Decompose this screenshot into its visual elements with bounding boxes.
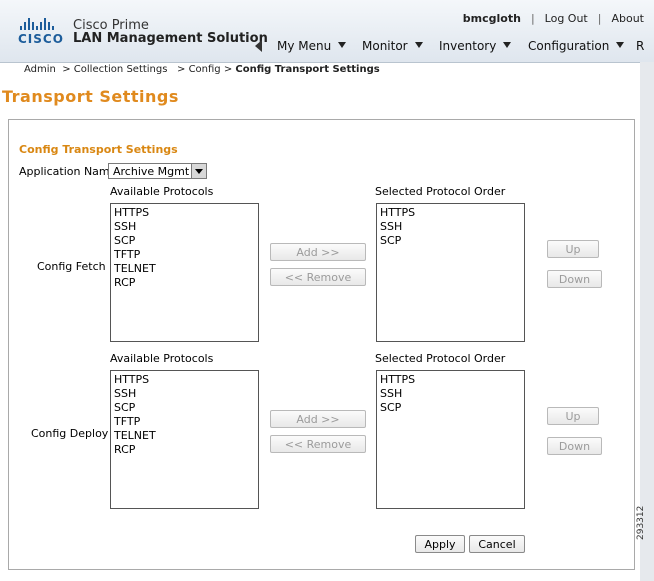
fetch-down-button[interactable]: Down (547, 270, 602, 288)
breadcrumb-current: Config Transport Settings (235, 64, 380, 75)
settings-panel (8, 119, 635, 570)
deploy-selected-header: Selected Protocol Order (375, 352, 506, 365)
breadcrumb-collection-settings[interactable]: Collection Settings (74, 64, 168, 75)
fetch-selected-header: Selected Protocol Order (375, 185, 506, 198)
config-fetch-label: Config Fetch : (37, 260, 113, 273)
config-deploy-label: Config Deploy : (31, 427, 116, 440)
breadcrumb: Admin > Collection Settings > Config > C… (24, 64, 380, 75)
deploy-remove-button[interactable]: << Remove (270, 435, 366, 453)
apply-button[interactable]: Apply (415, 535, 465, 553)
fetch-remove-button[interactable]: << Remove (270, 268, 366, 286)
list-item[interactable]: SSH (114, 220, 255, 234)
list-item[interactable]: TELNET (114, 429, 255, 443)
logout-link[interactable]: Log Out (545, 12, 588, 25)
list-item[interactable]: SCP (114, 234, 255, 248)
fetch-available-list[interactable]: HTTPS SSH SCP TFTP TELNET RCP (110, 203, 259, 342)
application-name-label: Application Name: (19, 165, 121, 178)
chevron-down-icon (503, 42, 512, 48)
list-item[interactable]: SCP (380, 234, 521, 248)
fetch-up-button[interactable]: Up (547, 240, 599, 258)
list-item[interactable]: SCP (380, 401, 521, 415)
top-links: bmcgloth | Log Out | About (462, 12, 644, 25)
nav-item-configuration[interactable]: Configuration (528, 39, 625, 53)
deploy-selected-list[interactable]: HTTPS SSH SCP (376, 370, 525, 509)
deploy-available-header: Available Protocols (110, 352, 214, 365)
username: bmcgloth (462, 12, 521, 25)
cisco-logo: CISCO (18, 18, 64, 48)
list-item[interactable]: TFTP (114, 415, 255, 429)
about-link[interactable]: About (611, 12, 644, 25)
panel-title: Config Transport Settings (19, 143, 178, 156)
list-item[interactable]: SSH (380, 387, 521, 401)
application-name-select[interactable]: Archive Mgmt (108, 163, 207, 179)
breadcrumb-config[interactable]: Config (189, 64, 221, 75)
nav-item-my-menu[interactable]: My Menu (277, 39, 347, 53)
list-item[interactable]: HTTPS (114, 373, 255, 387)
nav-scroll-left-icon[interactable] (255, 40, 262, 52)
list-item[interactable]: HTTPS (114, 206, 255, 220)
deploy-add-button[interactable]: Add >> (270, 410, 366, 428)
figure-id: 293312 (636, 505, 646, 540)
fetch-selected-list[interactable]: HTTPS SSH SCP (376, 203, 525, 342)
page-title: Transport Settings (2, 87, 179, 106)
list-item[interactable]: TFTP (114, 248, 255, 262)
logo-wordmark: CISCO (18, 32, 64, 46)
chevron-down-icon (414, 42, 423, 48)
dropdown-arrow-icon[interactable] (191, 164, 206, 178)
nav-item-inventory[interactable]: Inventory (439, 39, 512, 53)
deploy-down-button[interactable]: Down (547, 437, 602, 455)
deploy-up-button[interactable]: Up (547, 407, 599, 425)
app-header: CISCO Cisco Prime LAN Management Solutio… (0, 0, 654, 63)
chevron-down-icon (616, 42, 625, 48)
list-item[interactable]: TELNET (114, 262, 255, 276)
application-name-value: Archive Mgmt (113, 165, 190, 178)
list-item[interactable]: HTTPS (380, 373, 521, 387)
fetch-add-button[interactable]: Add >> (270, 243, 366, 261)
list-item[interactable]: SSH (114, 387, 255, 401)
deploy-available-list[interactable]: HTTPS SSH SCP TFTP TELNET RCP (110, 370, 259, 509)
list-item[interactable]: RCP (114, 276, 255, 290)
breadcrumb-admin[interactable]: Admin (24, 64, 56, 75)
logo-bars-icon (18, 18, 62, 30)
nav-item-reports[interactable]: R (636, 39, 644, 53)
list-item[interactable]: HTTPS (380, 206, 521, 220)
list-item[interactable]: RCP (114, 443, 255, 457)
product-name-line2: LAN Management Solution (73, 31, 268, 46)
fetch-available-header: Available Protocols (110, 185, 214, 198)
nav-item-monitor[interactable]: Monitor (362, 39, 423, 53)
list-item[interactable]: SSH (380, 220, 521, 234)
chevron-down-icon (338, 42, 347, 48)
cancel-button[interactable]: Cancel (469, 535, 525, 553)
list-item[interactable]: SCP (114, 401, 255, 415)
